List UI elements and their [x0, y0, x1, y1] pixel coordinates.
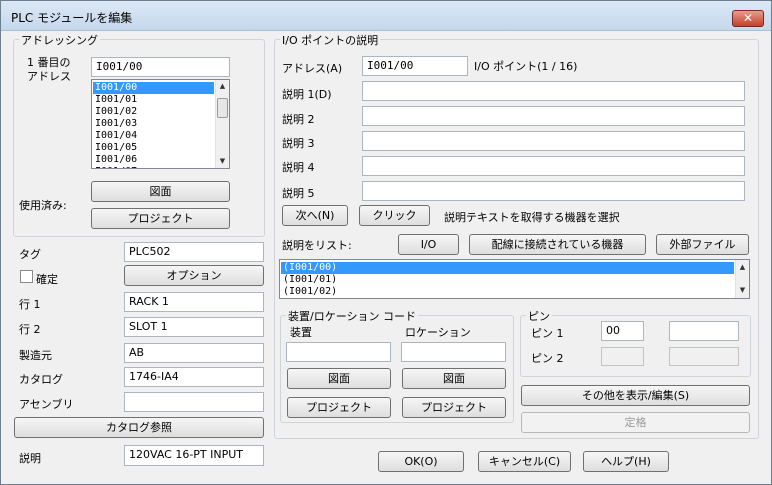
pin1-label: ピン 1	[531, 327, 564, 340]
description-listbox[interactable]: (I001/00) (I001/01) (I001/02) ▲ ▼	[279, 259, 750, 299]
wired-devices-button[interactable]: 配線に接続されている機器	[469, 234, 646, 255]
desc3-label: 説明 3	[282, 137, 315, 150]
pins-group-title: ピン	[526, 308, 552, 324]
row2-input[interactable]: SLOT 1	[124, 317, 264, 337]
desc1-label: 説明 1(D)	[282, 88, 332, 101]
select-device-text: 説明テキストを取得する機器を選択	[444, 211, 620, 224]
list-item[interactable]: I001/00	[93, 82, 214, 94]
catalog-label: カタログ	[19, 373, 63, 386]
description-input[interactable]: 120VAC 16-PT INPUT	[124, 445, 264, 466]
catalog-lookup-button[interactable]: カタログ参照	[14, 417, 264, 438]
row1-input[interactable]: RACK 1	[124, 292, 264, 312]
confirm-label: 確定	[36, 273, 58, 286]
desc1-input[interactable]	[362, 81, 745, 101]
pin2-input	[601, 347, 644, 366]
io-address-label: アドレス(A)	[282, 62, 343, 75]
desc4-input[interactable]	[362, 156, 745, 176]
list-item[interactable]: I001/04	[93, 130, 214, 142]
plc-module-edit-dialog: PLC モジュールを編集 ✕ アドレッシング 1 番目の アドレス I001/0…	[0, 0, 772, 485]
list-item[interactable]: I001/05	[93, 142, 214, 154]
location-project-button[interactable]: プロジェクト	[402, 397, 506, 418]
description-list-scrollbar[interactable]: ▲ ▼	[735, 260, 749, 298]
catalog-input[interactable]: 1746-IA4	[124, 367, 264, 387]
first-address-label-2: アドレス	[27, 70, 71, 83]
location-drawing-button[interactable]: 図面	[402, 368, 506, 389]
pin2-label: ピン 2	[531, 352, 564, 365]
rating-button: 定格	[521, 412, 750, 433]
ok-button[interactable]: OK(O)	[378, 451, 464, 472]
first-address-input[interactable]: I001/00	[91, 57, 230, 77]
options-button[interactable]: オプション	[124, 265, 264, 286]
scroll-down-icon[interactable]: ▼	[736, 284, 749, 297]
address-listbox[interactable]: I001/00 I001/01 I001/02 I001/03 I001/04 I001/…	[91, 79, 230, 169]
tag-label: タグ	[19, 248, 41, 261]
desc2-input[interactable]	[362, 106, 745, 126]
scroll-up-icon[interactable]: ▲	[736, 261, 749, 274]
desc3-input[interactable]	[362, 131, 745, 151]
title-bar[interactable]: PLC モジュールを編集 ✕	[1, 1, 771, 31]
addressing-group-title: アドレッシング	[19, 32, 100, 48]
cancel-button[interactable]: キャンセル(C)	[478, 451, 571, 472]
list-item[interactable]: (I001/01)	[281, 274, 734, 286]
scroll-down-icon[interactable]: ▼	[216, 155, 229, 168]
manufacturer-input[interactable]: AB	[124, 343, 264, 363]
io-point-info: I/O ポイント(1 / 16)	[474, 60, 578, 73]
list-item[interactable]: I001/01	[93, 94, 214, 106]
manufacturer-label: 製造元	[19, 349, 52, 362]
desc4-label: 説明 4	[282, 161, 315, 174]
used-label: 使用済み:	[19, 199, 67, 212]
location-group-title: 装置/ロケーション コード	[286, 308, 418, 324]
list-item[interactable]: (I001/00)	[281, 262, 734, 274]
installation-project-button[interactable]: プロジェクト	[287, 397, 391, 418]
io-list-button[interactable]: I/O	[398, 234, 459, 255]
close-button[interactable]: ✕	[732, 10, 764, 27]
external-file-button[interactable]: 外部ファイル	[656, 234, 749, 255]
list-item[interactable]: (I001/02)	[281, 286, 734, 298]
description-label: 説明	[19, 452, 41, 465]
next-button[interactable]: 次へ(N)	[282, 205, 348, 226]
pin1-input[interactable]: 00	[601, 321, 644, 341]
installation-input[interactable]	[286, 342, 391, 362]
installation-label: 装置	[290, 326, 312, 339]
pin2-extra-input	[669, 347, 739, 366]
tag-input[interactable]: PLC502	[124, 242, 264, 262]
list-item[interactable]: I001/02	[93, 106, 214, 118]
location-label: ロケーション	[405, 326, 471, 339]
assembly-input[interactable]	[124, 392, 264, 412]
addressing-project-button[interactable]: プロジェクト	[91, 208, 230, 229]
address-list-scrollbar[interactable]: ▲ ▼	[215, 80, 229, 168]
confirm-checkbox[interactable]	[20, 270, 33, 283]
close-icon: ✕	[742, 11, 754, 25]
desc2-label: 説明 2	[282, 113, 315, 126]
desc5-input[interactable]	[362, 181, 745, 201]
location-input[interactable]	[401, 342, 506, 362]
pin1-extra-input[interactable]	[669, 321, 739, 341]
io-group-title: I/O ポイントの説明	[280, 32, 381, 48]
scroll-thumb[interactable]	[217, 98, 228, 118]
help-button[interactable]: ヘルプ(H)	[583, 451, 669, 472]
list-descriptions-label: 説明をリスト:	[282, 239, 352, 252]
addressing-drawing-button[interactable]: 図面	[91, 181, 230, 202]
address-list-items: I001/00 I001/01 I001/02 I001/03 I001/04 I001/…	[93, 82, 214, 168]
list-item[interactable]: I001/06	[93, 154, 214, 166]
list-item[interactable]: I001/03	[93, 118, 214, 130]
click-button[interactable]: クリック	[359, 205, 430, 226]
list-item[interactable]: I001/07	[93, 166, 214, 168]
window-title: PLC モジュールを編集	[11, 11, 133, 25]
show-edit-more-button[interactable]: その他を表示/編集(S)	[521, 385, 750, 406]
description-list-items: (I001/00) (I001/01) (I001/02)	[281, 262, 734, 298]
assembly-label: アセンブリ	[19, 398, 74, 411]
io-address-input[interactable]: I001/00	[362, 56, 468, 76]
desc5-label: 説明 5	[282, 187, 315, 200]
row2-label: 行 2	[19, 323, 41, 336]
installation-drawing-button[interactable]: 図面	[287, 368, 391, 389]
scroll-up-icon[interactable]: ▲	[216, 80, 229, 93]
row1-label: 行 1	[19, 298, 41, 311]
